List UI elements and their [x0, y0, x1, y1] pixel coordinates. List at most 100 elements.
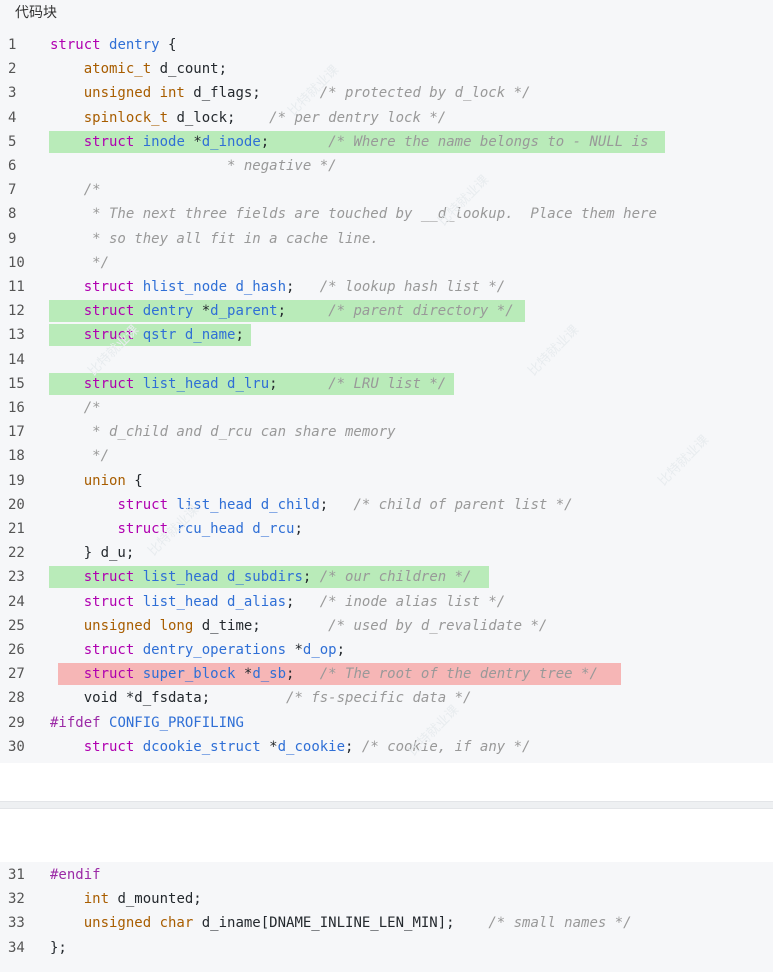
code-line: 30 struct dcookie_struct *d_cookie; /* c… [0, 735, 773, 759]
code-token: list_head d_alias [142, 593, 287, 610]
code-token: ; [286, 666, 320, 683]
code-token: struct [83, 303, 143, 320]
line-number: 22 [8, 545, 25, 562]
code-text: struct qstr d_name; [50, 323, 244, 347]
code-token: spinlock_t [83, 109, 169, 126]
line-number: 24 [8, 593, 25, 610]
code-line: 8 * The next three fields are touched by… [0, 202, 773, 226]
code-token: atomic_t [83, 61, 152, 78]
code-line: 34}; [0, 936, 773, 960]
code-line: 24 struct list_head d_alias; /* inode al… [0, 590, 773, 614]
line-number: 10 [8, 254, 25, 271]
code-text: }; [50, 936, 67, 960]
code-token: int [83, 891, 110, 908]
code-token: * The next three fields are touched by _… [50, 206, 657, 223]
code-token: struct [117, 496, 177, 513]
code-token: * [193, 303, 211, 320]
code-token: rcu_head d_rcu [176, 521, 295, 537]
code-line: 18 */ [0, 444, 773, 468]
code-text: struct super_block *d_sb; /* The root of… [50, 662, 598, 686]
code-token: * [184, 133, 202, 150]
code-text: struct dentry *d_parent; /* parent direc… [50, 299, 514, 323]
line-number: 29 [8, 714, 25, 731]
code-text: * so they all fit in a cache line. [50, 227, 379, 251]
code-line: 31 #endif [0, 863, 773, 887]
code-token: inode [142, 133, 185, 150]
code-token: unsigned char [83, 915, 194, 932]
code-token: struct [83, 375, 143, 392]
code-line: 29 #ifdef CONFIG_PROFILING [0, 711, 773, 735]
line-number: 11 [8, 279, 25, 295]
code-text: struct hlist_node d_hash; /* lookup hash… [50, 275, 505, 299]
code-token: ; [294, 521, 303, 537]
code-text: struct inode *d_inode; /* Where the name… [50, 130, 649, 154]
code-text: * negative */ [50, 154, 337, 178]
code-token: ; [269, 375, 329, 392]
code-token: * d_child and d_rcu can share memory [50, 424, 396, 441]
code-token: dentry [142, 303, 194, 320]
page-divider [0, 801, 773, 809]
code-token: */ [50, 448, 110, 465]
code-text: spinlock_t d_lock; /* per dentry lock */ [50, 106, 446, 130]
code-line: 23 struct list_head d_subdirs; /* our ch… [0, 565, 773, 589]
code-line: 7 /* [0, 178, 773, 202]
line-number: 23 [8, 569, 25, 586]
line-number: 6 [8, 158, 17, 174]
line-number: 16 [8, 400, 25, 416]
code-line: 33 unsigned char d_iname[DNAME_INLINE_LE… [0, 911, 773, 935]
code-text: void *d_fsdata; /* fs-specific data */ [50, 686, 472, 710]
line-number: 33 [8, 915, 25, 932]
code-token: ; [319, 496, 354, 513]
code-text: struct dentry { [50, 33, 176, 57]
code-token: d_lock; [168, 109, 270, 126]
code-text: } d_u; [50, 541, 135, 565]
code-token: CONFIG_PROFILING [109, 714, 244, 731]
code-line: 10 */ [0, 251, 773, 275]
line-number: 32 [8, 891, 25, 908]
line-number: 7 [8, 182, 17, 199]
line-number: 34 [8, 939, 25, 956]
code-line: 32 int d_mounted; [0, 887, 773, 911]
code-text: int d_mounted; [50, 887, 202, 911]
code-token: d_op [302, 642, 337, 658]
code-text: struct list_head d_lru; /* LRU list */ [50, 372, 446, 396]
code-token: /* child of parent list */ [353, 496, 573, 513]
line-number: 21 [8, 521, 25, 537]
code-token: hlist_node d_hash [142, 279, 287, 295]
code-token: ; [302, 569, 320, 586]
code-text: * d_child and d_rcu can share memory [50, 420, 396, 444]
code-token: /* our children */ [319, 569, 472, 586]
code-token: /* cookie, if any */ [361, 738, 531, 755]
code-text: * The next three fields are touched by _… [50, 202, 657, 226]
code-token: #ifdef [50, 714, 110, 731]
line-number: 5 [8, 133, 17, 150]
code-line: 26 struct dentry_operations *d_op; [0, 638, 773, 662]
code-text: struct list_head d_alias; /* inode alias… [50, 590, 505, 614]
code-token: /* parent directory */ [328, 303, 514, 320]
code-line: 15 struct list_head d_lru; /* LRU list *… [0, 372, 773, 396]
code-token: /* The root of the dentry tree */ [319, 666, 598, 683]
code-line: 11 struct hlist_node d_hash; /* lookup h… [0, 275, 773, 299]
code-text: /* [50, 396, 101, 420]
code-token: d_cookie [277, 738, 346, 755]
code-token: /* Where the name belongs to - NULL is [328, 133, 649, 150]
line-number: 3 [8, 85, 17, 102]
code-token: d_iname[DNAME_INLINE_LEN_MIN]; [193, 915, 489, 932]
code-token: /* lookup hash list */ [319, 279, 506, 295]
code-token: d_time; [193, 617, 329, 634]
code-line: 2 atomic_t d_count; [0, 57, 773, 81]
code-token: struct [83, 666, 143, 683]
code-text: struct list_head d_child; /* child of pa… [50, 493, 573, 517]
code-text: unsigned long d_time; /* used by d_reval… [50, 614, 548, 638]
code-text: union { [50, 469, 143, 493]
code-token: dcookie_struct [142, 738, 261, 755]
